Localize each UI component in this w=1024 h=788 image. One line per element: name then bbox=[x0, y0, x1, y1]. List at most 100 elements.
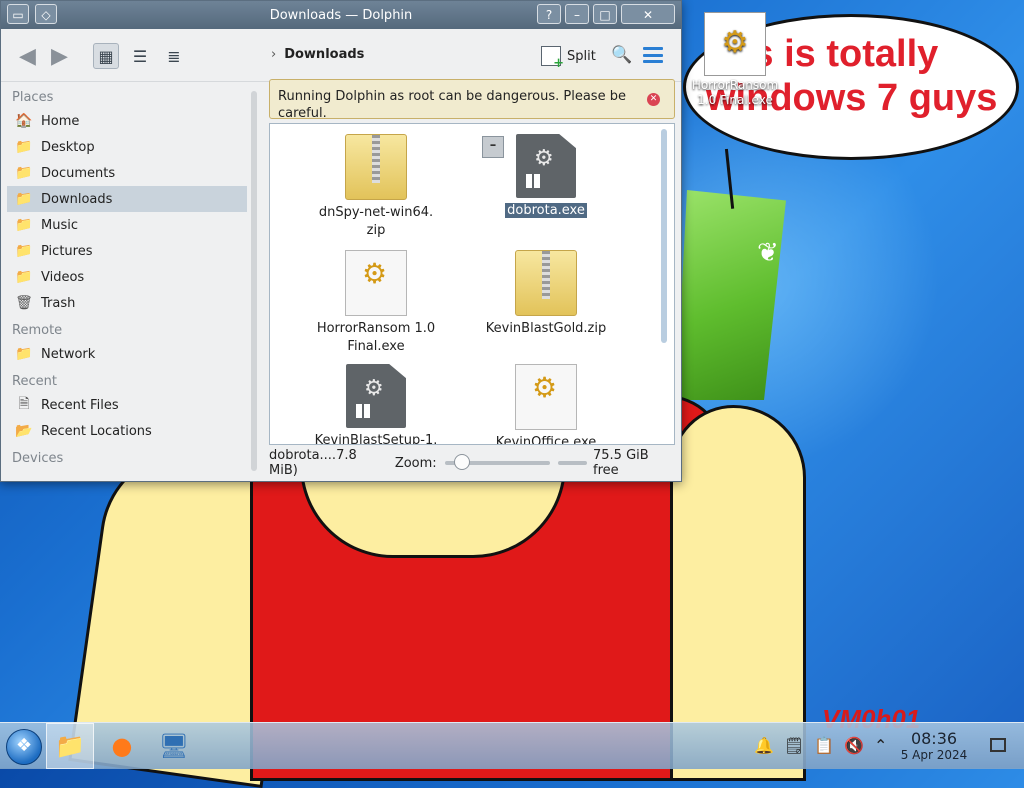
section-heading: Places bbox=[12, 90, 54, 105]
icons-view-button[interactable]: ▦ bbox=[93, 43, 119, 69]
warning-text: Running Dolphin as root can be dangerous… bbox=[278, 89, 626, 119]
hamburger-menu-icon[interactable] bbox=[643, 47, 663, 63]
places-panel: Places 🏠 Home 📁 Desktop 📁 Documents 📁 Downloads 📁… bbox=[7, 83, 247, 477]
sidebar-item-label: Desktop bbox=[41, 139, 95, 155]
music-folder-icon: 📁 bbox=[15, 217, 33, 233]
file-name: dnSpy-net-win64. zip bbox=[318, 205, 434, 238]
file-item[interactable]: dnSpy-net-win64. zip bbox=[306, 134, 446, 240]
search-icon[interactable]: 🔍 bbox=[611, 45, 632, 65]
folder-icon: 📁 bbox=[55, 732, 85, 760]
show-desktop-button[interactable] bbox=[990, 738, 1006, 752]
split-button[interactable]: Split bbox=[541, 43, 596, 71]
desktop-icon-label: HorrorRansom 1.0 Final.exe bbox=[691, 78, 779, 107]
sidebar-item-network[interactable]: 📁 Network bbox=[7, 341, 247, 367]
firefox-task[interactable]: ● bbox=[98, 723, 146, 769]
sidebar-item-label: Recent Locations bbox=[41, 423, 152, 439]
titlebar[interactable]: ▭ ◇ Downloads — Dolphin ? – □ ✕ bbox=[1, 1, 681, 29]
zip-archive-icon bbox=[515, 250, 577, 316]
back-arrow-icon[interactable]: ◀ bbox=[19, 43, 36, 69]
sidebar-item-recent-locations[interactable]: 📂 Recent Locations bbox=[7, 418, 247, 444]
section-heading: Devices bbox=[12, 451, 64, 466]
free-space-bar bbox=[558, 461, 587, 465]
network-folder-icon: 📁 bbox=[15, 346, 33, 362]
split-view-icon bbox=[541, 46, 564, 71]
file-name: dobrota.exe bbox=[505, 203, 587, 218]
sidebar-item-label: Videos bbox=[41, 269, 85, 285]
downloads-folder-icon: 📁 bbox=[15, 191, 33, 207]
volume-muted-icon[interactable]: 🔇 bbox=[844, 736, 864, 755]
butterfly-icon: ❦ bbox=[757, 238, 779, 268]
places-scrollbar[interactable] bbox=[251, 91, 257, 471]
sidebar-item-label: Music bbox=[41, 217, 78, 233]
sidebar-item-videos[interactable]: 📁 Videos bbox=[7, 264, 247, 290]
compact-view-button[interactable]: ☰ bbox=[127, 43, 153, 69]
chevron-right-icon: › bbox=[271, 47, 277, 62]
section-heading: Recent bbox=[12, 374, 57, 389]
file-name: KevinOffice.exe bbox=[495, 435, 597, 445]
dolphin-window: ▭ ◇ Downloads — Dolphin ? – □ ✕ ◀ ▶ ▦ ☰ … bbox=[0, 0, 682, 482]
sidebar-item-trash[interactable]: 🗑 Trash bbox=[7, 290, 247, 316]
sidebar-item-label: Documents bbox=[41, 165, 116, 181]
breadcrumb[interactable]: › Downloads bbox=[271, 47, 364, 62]
sidebar-item-label: Network bbox=[41, 346, 96, 362]
root-warning-banner: Running Dolphin as root can be dangerous… bbox=[269, 79, 675, 119]
details-view-button[interactable]: ≣ bbox=[161, 43, 187, 69]
zoom-slider-knob[interactable] bbox=[454, 454, 471, 470]
sidebar-item-label: Recent Files bbox=[41, 397, 119, 413]
file-manager-task[interactable]: 📁 bbox=[46, 723, 94, 769]
sidebar-item-documents[interactable]: 📁 Documents bbox=[7, 160, 247, 186]
file-item[interactable]: ⚙ KevinBlastSetup-1. bbox=[306, 364, 446, 445]
file-name: KevinBlastSetup-1. bbox=[314, 433, 438, 445]
notifications-icon[interactable]: 🔔 bbox=[754, 736, 774, 755]
start-menu-button[interactable] bbox=[6, 729, 42, 765]
pictures-folder-icon: 📁 bbox=[15, 243, 33, 259]
clock-time: 08:36 bbox=[910, 729, 958, 748]
firefox-icon: ● bbox=[111, 732, 133, 760]
gear-app-icon: ⚙ bbox=[515, 364, 577, 430]
free-space: 75.5 GiB free bbox=[593, 448, 649, 478]
sidebar-item-music[interactable]: 📁 Music bbox=[7, 212, 247, 238]
file-item[interactable]: KevinBlastGold.zip bbox=[476, 250, 616, 338]
forward-arrow-icon[interactable]: ▶ bbox=[51, 43, 68, 69]
close-warning-icon[interactable]: ✕ bbox=[647, 93, 660, 106]
help-button[interactable]: ? bbox=[537, 4, 561, 24]
documents-folder-icon: 📁 bbox=[15, 165, 33, 181]
settings-monitor-icon: 🖥 bbox=[158, 732, 190, 760]
deselect-toggle-icon[interactable]: – bbox=[482, 136, 504, 158]
taskbar: 📁 ● 🖥 bbox=[0, 722, 1024, 769]
zip-archive-icon bbox=[345, 134, 407, 200]
sidebar-item-desktop[interactable]: 📁 Desktop bbox=[7, 134, 247, 160]
clock[interactable]: 08:36 5 Apr 2024 bbox=[892, 729, 976, 763]
file-view-scrollbar[interactable] bbox=[661, 129, 667, 343]
recent-locations-icon: 📂 bbox=[15, 423, 33, 439]
file-item[interactable]: ⚙ KevinOffice.exe bbox=[476, 364, 616, 445]
chevron-up-icon[interactable]: ⌃ bbox=[874, 736, 887, 755]
update-notifier-icon[interactable]: 🗒 bbox=[784, 736, 804, 755]
clipboard-icon[interactable]: 📋 bbox=[814, 736, 834, 755]
file-item[interactable]: ⚙ dobrota.exe – bbox=[476, 134, 616, 220]
executable-icon: ⚙ bbox=[516, 134, 576, 198]
clock-date: 5 Apr 2024 bbox=[900, 748, 968, 762]
file-name: KevinBlastGold.zip bbox=[485, 321, 607, 336]
trash-icon: 🗑 bbox=[15, 295, 33, 311]
toolbar: ◀ ▶ ▦ ☰ ≣ › Downloads Split 🔍 bbox=[1, 29, 681, 82]
sidebar-item-label: Trash bbox=[41, 295, 76, 311]
sidebar-item-recent-files[interactable]: 🗎 Recent Files bbox=[7, 392, 247, 418]
executable-icon: ⚙ bbox=[346, 364, 406, 428]
minimize-button[interactable]: – bbox=[565, 4, 589, 24]
status-bar: dobrota....7.8 MiB) Zoom: 75.5 GiB free bbox=[269, 448, 675, 478]
maximize-button[interactable]: □ bbox=[593, 4, 617, 24]
sidebar-item-label: Home bbox=[41, 113, 80, 129]
zoom-slider[interactable] bbox=[444, 454, 551, 470]
desktop-icon-horrorransom[interactable]: ⚙ HorrorRansom 1.0 Final.exe bbox=[690, 12, 780, 108]
close-button[interactable]: ✕ bbox=[621, 4, 675, 24]
sidebar-item-pictures[interactable]: 📁 Pictures bbox=[7, 238, 247, 264]
sidebar-item-downloads[interactable]: 📁 Downloads bbox=[7, 186, 247, 212]
system-settings-task[interactable]: 🖥 bbox=[150, 723, 198, 769]
gear-app-icon: ⚙ bbox=[704, 12, 766, 76]
desktop-folder-icon: 📁 bbox=[15, 139, 33, 155]
sidebar-item-label: Pictures bbox=[41, 243, 93, 259]
home-icon: 🏠 bbox=[15, 113, 33, 129]
sidebar-item-home[interactable]: 🏠 Home bbox=[7, 108, 247, 134]
file-item[interactable]: ⚙ HorrorRansom 1.0 Final.exe bbox=[306, 250, 446, 356]
